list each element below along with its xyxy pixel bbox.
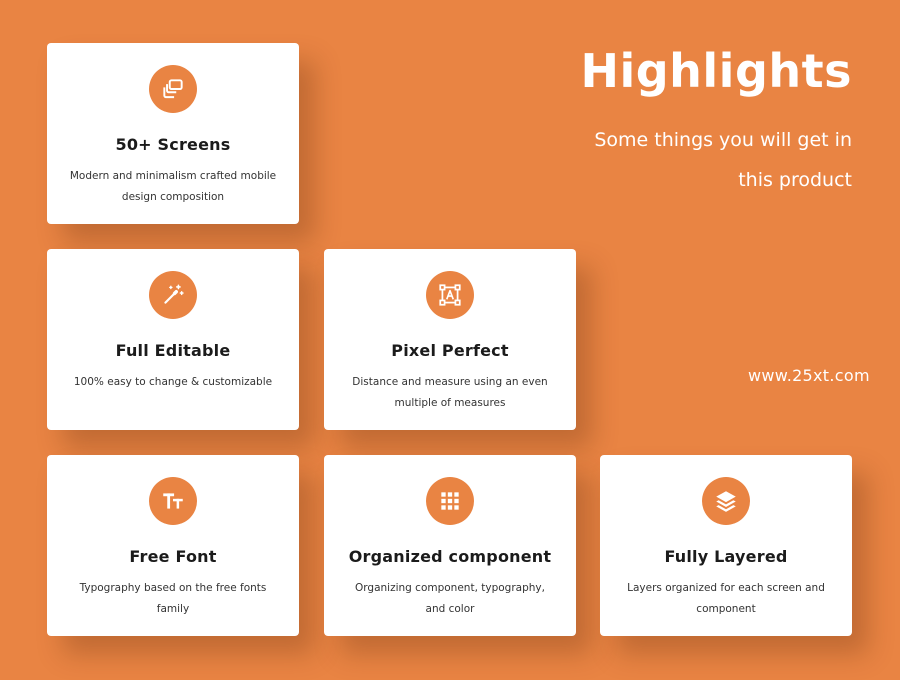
grid-icon xyxy=(426,477,474,525)
feature-card-screens: 50+ Screens Modern and minimalism crafte… xyxy=(47,43,299,224)
magic-wand-icon xyxy=(149,271,197,319)
card-description: Modern and minimalism crafted mobile des… xyxy=(69,170,277,203)
font-icon xyxy=(149,477,197,525)
feature-card-free-font: Free Font Typography based on the free f… xyxy=(47,455,299,636)
card-title: Fully Layered xyxy=(664,547,788,566)
card-title: 50+ Screens xyxy=(115,135,231,154)
pixel-frame-icon xyxy=(426,271,474,319)
screens-icon xyxy=(149,65,197,113)
layers-icon xyxy=(702,477,750,525)
card-description: Organizing component, typography, and co… xyxy=(355,582,545,615)
page-title: Highlights xyxy=(580,44,852,98)
page-subtitle: Some things you will get in this product xyxy=(594,129,852,191)
feature-card-editable: Full Editable 100% easy to change & cust… xyxy=(47,249,299,430)
feature-card-pixel-perfect: Pixel Perfect Distance and measure using… xyxy=(324,249,576,430)
card-title: Pixel Perfect xyxy=(391,341,509,360)
watermark: www.25xt.com xyxy=(748,366,870,385)
feature-card-organized-component: Organized component Organizing component… xyxy=(324,455,576,636)
card-description: 100% easy to change & customizable xyxy=(73,376,273,388)
card-title: Organized component xyxy=(348,547,552,566)
feature-card-fully-layered: Fully Layered Layers organized for each … xyxy=(600,455,852,636)
card-description: Typography based on the free fonts famil… xyxy=(79,582,267,615)
card-description: Distance and measure using an even multi… xyxy=(352,376,548,409)
card-title: Free Font xyxy=(129,547,217,566)
card-description: Layers organized for each screen and com… xyxy=(627,582,825,615)
card-title: Full Editable xyxy=(115,341,231,360)
